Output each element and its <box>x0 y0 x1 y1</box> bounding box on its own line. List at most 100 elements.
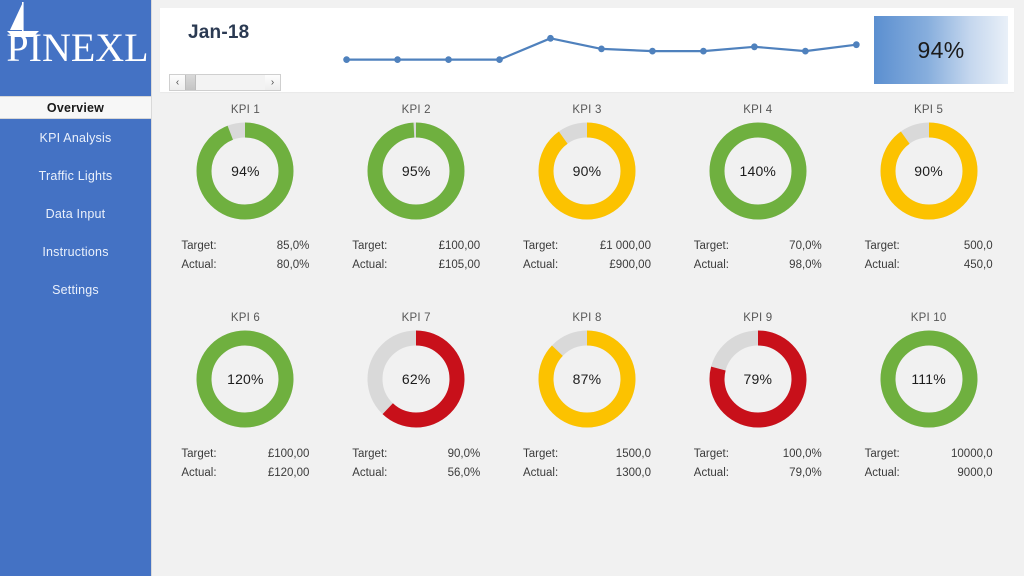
kpi-donut[interactable]: 95% <box>364 119 468 223</box>
kpi-card[interactable]: KPI 1 94% Target: 85,0% Actual: 80,0% <box>160 100 331 300</box>
sidebar-item-label: Traffic Lights <box>38 169 113 183</box>
kpi-donut-svg <box>367 122 465 220</box>
kpi-title: KPI 8 <box>572 312 602 324</box>
kpi-values: Target: 10000,0 Actual: 9000,0 <box>865 445 993 483</box>
kpi-values: Target: 500,0 Actual: 450,0 <box>865 237 993 275</box>
kpi-donut-svg <box>196 330 294 428</box>
kpi-target-row: Target: 100,0% <box>694 445 822 464</box>
kpi-donut-svg <box>367 330 465 428</box>
sparkline-point <box>445 56 452 63</box>
sidebar-item-label: Overview <box>46 100 105 115</box>
kpi-target-label: Target: <box>693 448 729 460</box>
kpi-target-value: 100,0% <box>782 448 822 460</box>
kpi-donut-svg <box>538 330 636 428</box>
kpi-actual-row: Actual: 80,0% <box>181 256 309 275</box>
kpi-title: KPI 2 <box>401 104 431 116</box>
sidebar-item-kpi-analysis[interactable]: KPI Analysis <box>0 119 151 157</box>
kpi-target-label: Target: <box>864 240 900 252</box>
sidebar-item-instructions[interactable]: Instructions <box>0 233 151 271</box>
sparkline-point <box>853 41 860 49</box>
kpi-actual-value: 450,0 <box>963 259 993 271</box>
kpi-target-value: 1500,0 <box>615 448 651 460</box>
sidebar-item-traffic-lights[interactable]: Traffic Lights <box>0 157 151 195</box>
sparkline-point <box>343 56 350 63</box>
kpi-title: KPI 6 <box>230 312 260 324</box>
overall-score-tile[interactable]: 94% <box>874 16 1008 84</box>
scrollbar-track[interactable] <box>196 75 265 90</box>
donut-value-arc <box>196 122 294 220</box>
period-scrollbar[interactable]: ‹ › <box>169 74 281 91</box>
donut-value-arc <box>880 330 978 428</box>
kpi-title: KPI 3 <box>572 104 602 116</box>
kpi-donut[interactable]: 94% <box>193 119 297 223</box>
kpi-actual-value: £105,00 <box>438 259 481 271</box>
kpi-target-value: 500,0 <box>963 240 993 252</box>
kpi-donut[interactable]: 90% <box>877 119 981 223</box>
kpi-title: KPI 7 <box>401 312 431 324</box>
kpi-donut[interactable]: 90% <box>535 119 639 223</box>
kpi-actual-label: Actual: <box>522 467 559 479</box>
kpi-donut[interactable]: 87% <box>535 327 639 431</box>
kpi-actual-label: Actual: <box>352 467 388 479</box>
kpi-target-label: Target: <box>864 448 900 460</box>
sidebar-item-data-input[interactable]: Data Input <box>0 195 151 233</box>
kpi-target-row: Target: £100,00 <box>181 445 309 464</box>
kpi-card[interactable]: KPI 5 90% Target: 500,0 Actual: 450,0 <box>843 100 1014 300</box>
kpi-donut-svg <box>880 122 978 220</box>
kpi-target-label: Target: <box>352 240 388 252</box>
kpi-target-row: Target: 90,0% <box>352 445 480 464</box>
kpi-card[interactable]: KPI 7 62% Target: 90,0% Actual: 56,0% <box>331 308 502 508</box>
kpi-donut-svg <box>880 330 978 428</box>
kpi-donut[interactable]: 62% <box>364 327 468 431</box>
sparkline-point <box>547 34 554 42</box>
kpi-values: Target: 90,0% Actual: 56,0% <box>352 445 480 483</box>
kpi-target-label: Target: <box>522 240 559 252</box>
kpi-values: Target: £100,00 Actual: £105,00 <box>352 237 480 275</box>
donut-value-arc <box>367 122 465 220</box>
kpi-card[interactable]: KPI 10 111% Target: 10000,0 Actual: 9000,0 <box>843 308 1014 508</box>
brand-logo: PINEXL <box>0 0 151 96</box>
kpi-actual-label: Actual: <box>864 467 900 479</box>
kpi-donut[interactable]: 120% <box>193 327 297 431</box>
sparkline-svg <box>343 34 860 63</box>
kpi-card[interactable]: KPI 6 120% Target: £100,00 Actual: £120,00 <box>160 308 331 508</box>
kpi-target-label: Target: <box>693 240 729 252</box>
sparkline-point <box>598 45 605 53</box>
kpi-actual-value: 80,0% <box>276 259 310 271</box>
kpi-target-label: Target: <box>181 448 217 460</box>
kpi-card[interactable]: KPI 3 90% Target: £1 000,00 Actual: £900,00 <box>502 100 673 300</box>
kpi-donut[interactable]: 79% <box>706 327 810 431</box>
kpi-values: Target: £100,00 Actual: £120,00 <box>181 445 309 483</box>
kpi-card[interactable]: KPI 8 87% Target: 1500,0 Actual: 1300,0 <box>502 308 673 508</box>
kpi-actual-row: Actual: £120,00 <box>181 464 309 483</box>
donut-value-arc <box>196 330 294 428</box>
kpi-card[interactable]: KPI 4 140% Target: 70,0% Actual: 98,0% <box>672 100 843 300</box>
kpi-target-label: Target: <box>181 240 217 252</box>
period-label: Jan-18 <box>188 22 250 43</box>
kpi-donut-svg <box>538 122 636 220</box>
kpi-target-value: £100,00 <box>267 448 310 460</box>
kpi-grid: KPI 1 94% Target: 85,0% Actual: 80,0% KPI 2 95%… <box>160 100 1014 508</box>
kpi-actual-row: Actual: 98,0% <box>694 256 822 275</box>
sidebar-item-overview[interactable]: Overview <box>0 96 151 119</box>
chevron-left-icon[interactable]: ‹ <box>170 75 185 90</box>
kpi-actual-row: Actual: 450,0 <box>865 256 993 275</box>
sidebar-item-settings[interactable]: Settings <box>0 271 151 309</box>
kpi-card[interactable]: KPI 2 95% Target: £100,00 Actual: £105,00 <box>331 100 502 300</box>
kpi-target-label: Target: <box>522 448 559 460</box>
kpi-actual-row: Actual: 79,0% <box>694 464 822 483</box>
chevron-right-icon[interactable]: › <box>265 75 280 90</box>
kpi-actual-value: £900,00 <box>609 259 651 271</box>
main-content: Jan-18 ‹ › 94% KPI 1 94% Target: 85,0% Actua… <box>152 0 1024 576</box>
kpi-values: Target: 1500,0 Actual: 1300,0 <box>523 445 651 483</box>
kpi-donut[interactable]: 140% <box>706 119 810 223</box>
scrollbar-thumb[interactable] <box>185 75 196 90</box>
kpi-card[interactable]: KPI 9 79% Target: 100,0% Actual: 79,0% <box>672 308 843 508</box>
sparkline-point <box>496 56 503 63</box>
kpi-actual-label: Actual: <box>181 259 217 271</box>
kpi-values: Target: 100,0% Actual: 79,0% <box>694 445 822 483</box>
sidebar-item-label: Settings <box>52 283 99 297</box>
kpi-donut[interactable]: 111% <box>877 327 981 431</box>
kpi-target-value: £1 000,00 <box>599 240 651 252</box>
kpi-actual-label: Actual: <box>522 259 559 271</box>
